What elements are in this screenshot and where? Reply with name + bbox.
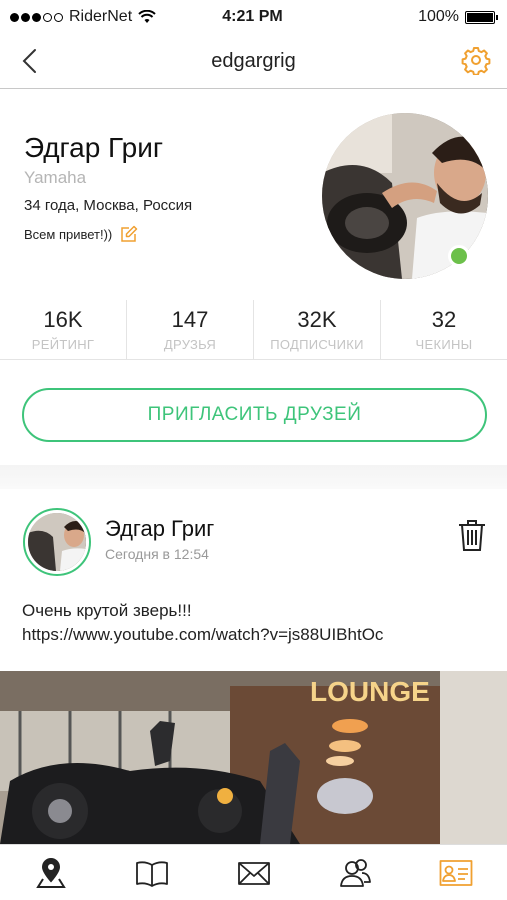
stat-checkins[interactable]: 32 ЧЕКИНЫ <box>381 300 507 359</box>
profile-bike: Yamaha <box>24 168 87 187</box>
signal-icon <box>10 12 63 22</box>
invite-friends-button[interactable]: ПРИГЛАСИТЬ ДРУЗЕЙ <box>22 388 487 442</box>
stat-label: ПОДПИСЧИКИ <box>270 337 364 352</box>
post-image[interactable]: LOUNGE <box>0 671 507 844</box>
post-avatar[interactable] <box>23 508 91 576</box>
profile-info: 34 года, Москва, Россия <box>24 197 193 214</box>
stat-label: РЕЙТИНГ <box>31 337 95 352</box>
section-divider <box>0 465 507 489</box>
profile-status-row: Всем привет!)) <box>24 225 138 243</box>
feed-post: Эдгар Григ Сегодня в 12:54 Очень крутой … <box>0 489 507 844</box>
carrier-group: RiderNet <box>10 8 170 26</box>
post-time: Сегодня в 12:54 <box>105 546 209 562</box>
nav-bar: edgargrig <box>0 34 507 89</box>
stat-label: ЧЕКИНЫ <box>415 337 473 352</box>
post-author[interactable]: Эдгар Григ <box>105 516 214 542</box>
post-avatar-photo <box>28 513 86 571</box>
map-pin-icon <box>35 857 66 888</box>
tab-bar <box>0 844 507 900</box>
post-avatar-image <box>28 513 86 571</box>
profile-status-text: Всем привет!)) <box>24 226 113 242</box>
profile-header: Эдгар Григ Yamaha 34 года, Москва, Росси… <box>0 90 507 300</box>
post-photo: LOUNGE <box>0 671 507 844</box>
battery-icon <box>465 10 498 24</box>
profile-card-icon <box>439 859 473 886</box>
stat-label: ДРУЗЬЯ <box>163 337 217 352</box>
stat-value: 32 <box>431 307 457 332</box>
carrier-name: RiderNet <box>69 8 133 25</box>
tab-journal[interactable] <box>101 845 202 900</box>
gear-icon[interactable] <box>461 45 491 75</box>
post-text: Очень крутой зверь!!! https://www.youtub… <box>22 599 492 647</box>
profile-name: Эдгар Григ <box>24 132 164 163</box>
post-text-line: Очень крутой зверь!!! <box>22 601 192 620</box>
battery-percent: 100% <box>418 8 459 25</box>
mail-icon <box>237 861 270 885</box>
chevron-left-icon[interactable] <box>16 46 46 76</box>
status-time: 4:21 PM <box>222 8 283 25</box>
stat-rating[interactable]: 16K РЕЙТИНГ <box>0 300 127 359</box>
stat-friends[interactable]: 147 ДРУЗЬЯ <box>127 300 254 359</box>
stat-value: 147 <box>171 307 209 332</box>
stat-followers[interactable]: 32K ПОДПИСЧИКИ <box>254 300 381 359</box>
battery-group: 100% <box>335 8 498 26</box>
tab-friends[interactable] <box>304 845 405 900</box>
invite-section: ПРИГЛАСИТЬ ДРУЗЕЙ <box>0 361 507 465</box>
status-bar: RiderNet 4:21 PM 100% <box>0 0 507 34</box>
tab-map[interactable] <box>0 845 101 900</box>
book-icon <box>136 860 169 887</box>
battery-fill <box>467 12 493 22</box>
edit-icon[interactable] <box>120 225 138 243</box>
wifi-icon <box>138 10 156 23</box>
tab-messages[interactable] <box>203 845 304 900</box>
tab-profile[interactable] <box>406 845 507 900</box>
page-title: edgargrig <box>211 49 296 72</box>
stat-value: 16K <box>43 307 83 332</box>
trash-icon[interactable] <box>457 518 487 552</box>
post-link[interactable]: https://www.youtube.com/watch?v=js88UIBh… <box>22 623 492 647</box>
lounge-sign: LOUNGE <box>310 676 430 707</box>
stat-value: 32K <box>297 307 337 332</box>
friends-icon <box>340 858 371 887</box>
online-indicator <box>448 245 470 267</box>
stats-row: 16K РЕЙТИНГ 147 ДРУЗЬЯ 32K ПОДПИСЧИКИ 32… <box>0 300 507 360</box>
